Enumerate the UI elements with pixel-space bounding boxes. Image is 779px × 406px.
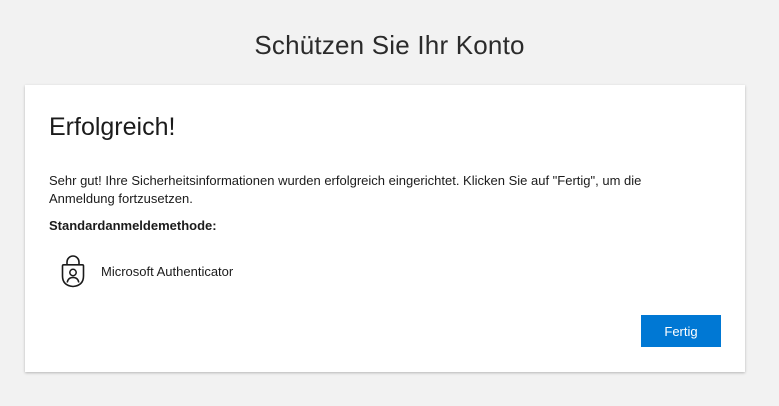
default-method-row: Microsoft Authenticator — [59, 253, 233, 289]
done-button[interactable]: Fertig — [641, 315, 721, 347]
authenticator-lock-icon — [59, 254, 87, 288]
success-card: Erfolgreich! Sehr gut! Ihre Sicherheitsi… — [25, 85, 745, 372]
success-message: Sehr gut! Ihre Sicherheitsinformationen … — [49, 173, 642, 206]
page-title: Schützen Sie Ihr Konto — [254, 30, 525, 60]
default-method-label: Standardanmeldemethode: — [49, 218, 217, 233]
card-heading: Erfolgreich! — [49, 113, 176, 141]
method-name: Microsoft Authenticator — [101, 263, 234, 279]
